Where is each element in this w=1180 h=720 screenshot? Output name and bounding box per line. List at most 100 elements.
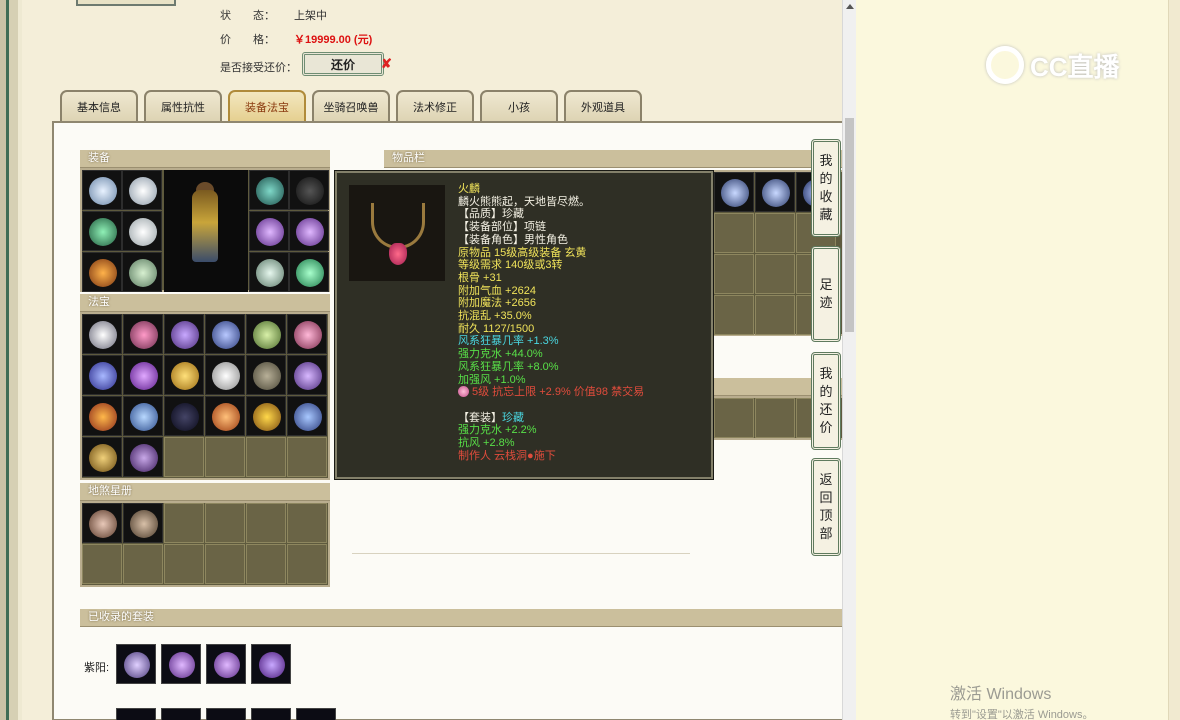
tab-bar: 基本信息 属性抗性 装备法宝 坐骑召唤兽 法术修正 小孩 外观道具 bbox=[60, 90, 642, 122]
item-water-pierce: 强力克水 +44.0% bbox=[458, 348, 543, 361]
equip-slot-accessory-2[interactable] bbox=[289, 170, 329, 210]
tab-attributes[interactable]: 属性抗性 bbox=[144, 90, 222, 122]
tab-spell-modifiers[interactable]: 法术修正 bbox=[396, 90, 474, 122]
tab-child[interactable]: 小孩 bbox=[480, 90, 558, 122]
item-durability: 耐久 1127/1500 bbox=[458, 322, 535, 335]
equip-slot-accessory-1[interactable] bbox=[249, 170, 289, 210]
item-desc: 麟火熊熊起，天地皆尽燃。 bbox=[458, 195, 590, 208]
fabao-slot[interactable] bbox=[82, 355, 122, 395]
inventory-item[interactable] bbox=[755, 172, 795, 212]
fabao-slot[interactable] bbox=[164, 396, 204, 436]
equipment-grid bbox=[80, 168, 330, 292]
page: 状 态： 上架中 价 格： ￥19999.00 (元) 是否接受还价： 还价 ✘ 基… bbox=[22, 0, 842, 720]
inventory-slot-empty bbox=[755, 295, 795, 335]
fabao-slot[interactable] bbox=[164, 314, 204, 354]
fabao-slot[interactable] bbox=[246, 314, 286, 354]
cc-logo-text: CC直播 bbox=[1030, 51, 1120, 82]
equip-slot-helmet[interactable] bbox=[82, 170, 122, 210]
set-item[interactable] bbox=[296, 708, 336, 720]
fabao-slot[interactable] bbox=[123, 396, 163, 436]
disha-slot-empty bbox=[287, 544, 327, 584]
set-item[interactable] bbox=[251, 708, 291, 720]
item-set-wind: 抗风 +2.8% bbox=[458, 437, 515, 450]
tab-appearance[interactable]: 外观道具 bbox=[564, 90, 642, 122]
disha-card[interactable] bbox=[82, 503, 122, 543]
set-item[interactable] bbox=[161, 708, 201, 720]
right-background bbox=[856, 0, 1180, 720]
character-portrait bbox=[164, 170, 248, 292]
disha-card[interactable] bbox=[123, 503, 163, 543]
back-to-top-button[interactable]: 返回顶部 bbox=[811, 458, 841, 556]
inventory-slot-empty bbox=[714, 295, 754, 335]
disha-slot-empty bbox=[205, 503, 245, 543]
fabao-slot[interactable] bbox=[205, 355, 245, 395]
fabao-slot[interactable] bbox=[205, 314, 245, 354]
fabao-grid bbox=[80, 312, 330, 480]
disha-slot-empty bbox=[246, 503, 286, 543]
fabao-slot[interactable] bbox=[123, 355, 163, 395]
set-item[interactable] bbox=[116, 644, 156, 684]
fabao-slot[interactable] bbox=[287, 314, 327, 354]
equip-slot-belt[interactable] bbox=[82, 252, 122, 292]
my-favorites-button[interactable]: 我的收藏 bbox=[811, 139, 841, 237]
set-item[interactable] bbox=[251, 644, 291, 684]
inventory-item[interactable] bbox=[714, 172, 754, 212]
fabao-slot[interactable] bbox=[287, 396, 327, 436]
tab-mounts-summons[interactable]: 坐骑召唤兽 bbox=[312, 90, 390, 122]
item-resist-chaos: 抗混乱 +35.0% bbox=[458, 310, 532, 323]
item-origin: 原物品 15级高级装备 玄黄 bbox=[458, 246, 587, 259]
tab-equipment[interactable]: 装备法宝 bbox=[228, 90, 306, 122]
equip-slot-shoes[interactable] bbox=[122, 252, 162, 292]
item-set-title: 【套装】 bbox=[458, 411, 502, 424]
fabao-slot[interactable] bbox=[82, 396, 122, 436]
fabao-slot[interactable] bbox=[246, 396, 286, 436]
item-set-quality: 珍藏 bbox=[502, 411, 524, 424]
tab-basic-info[interactable]: 基本信息 bbox=[60, 90, 138, 122]
scroll-up-icon[interactable] bbox=[846, 4, 854, 9]
divider bbox=[352, 553, 690, 554]
vertical-scrollbar[interactable] bbox=[842, 0, 856, 720]
tooltip-text: 火麟 麟火熊熊起，天地皆尽燃。 【品质】珍藏 【装备部位】项链 【装备角色】男性… bbox=[458, 183, 644, 462]
disha-slot-empty bbox=[287, 503, 327, 543]
fabao-slot-empty bbox=[246, 437, 286, 477]
bargain-label: 是否接受还价： bbox=[220, 62, 297, 74]
fabao-slot-empty bbox=[205, 437, 245, 477]
set-item[interactable] bbox=[161, 644, 201, 684]
fabao-slot[interactable] bbox=[82, 314, 122, 354]
equipment-header: 装备 bbox=[80, 150, 330, 168]
fabao-slot[interactable] bbox=[246, 355, 286, 395]
fabao-slot[interactable] bbox=[287, 355, 327, 395]
footprint-button[interactable]: 足迹 bbox=[811, 246, 841, 342]
equip-slot-accessory-5[interactable] bbox=[249, 252, 289, 292]
equip-slot-accessory-6[interactable] bbox=[289, 252, 329, 292]
set-item[interactable] bbox=[206, 644, 246, 684]
disha-slot-empty bbox=[246, 544, 286, 584]
fabao-slot[interactable] bbox=[123, 437, 163, 477]
equip-slot-accessory-3[interactable] bbox=[249, 211, 289, 251]
price-label: 价 格： bbox=[220, 34, 275, 46]
item-wind-crit: 风系狂暴几率 +1.3% bbox=[458, 335, 559, 348]
equip-slot-weapon[interactable] bbox=[82, 211, 122, 251]
inventory-slot-empty bbox=[714, 254, 754, 294]
fabao-slot[interactable] bbox=[205, 396, 245, 436]
item-gem-line: 5级 抗忘上限 +2.9% 价值98 禁交易 bbox=[472, 386, 645, 399]
my-bargains-button[interactable]: 我的还价 bbox=[811, 352, 841, 450]
item-strengthen-wind: 加强风 +1.0% bbox=[458, 373, 526, 386]
item-slot: 【装备部位】项链 bbox=[458, 221, 546, 234]
activate-title: 激活 Windows bbox=[950, 686, 1052, 703]
equip-slot-armor[interactable] bbox=[122, 211, 162, 251]
set-item[interactable] bbox=[116, 708, 156, 720]
gem-icon bbox=[458, 386, 469, 398]
scroll-thumb[interactable] bbox=[845, 118, 854, 332]
equip-slot-necklace[interactable] bbox=[122, 170, 162, 210]
bargain-button[interactable]: 还价 bbox=[302, 52, 384, 76]
item-quality: 【品质】珍藏 bbox=[458, 208, 524, 221]
set-item[interactable] bbox=[206, 708, 246, 720]
fabao-slot-empty bbox=[164, 437, 204, 477]
equip-slot-accessory-4[interactable] bbox=[289, 211, 329, 251]
fabao-slot[interactable] bbox=[164, 355, 204, 395]
set-row-label: 紫阳: bbox=[84, 662, 110, 674]
fabao-slot[interactable] bbox=[123, 314, 163, 354]
fabao-slot[interactable] bbox=[82, 437, 122, 477]
item-mp: 附加魔法 +2656 bbox=[458, 297, 536, 310]
